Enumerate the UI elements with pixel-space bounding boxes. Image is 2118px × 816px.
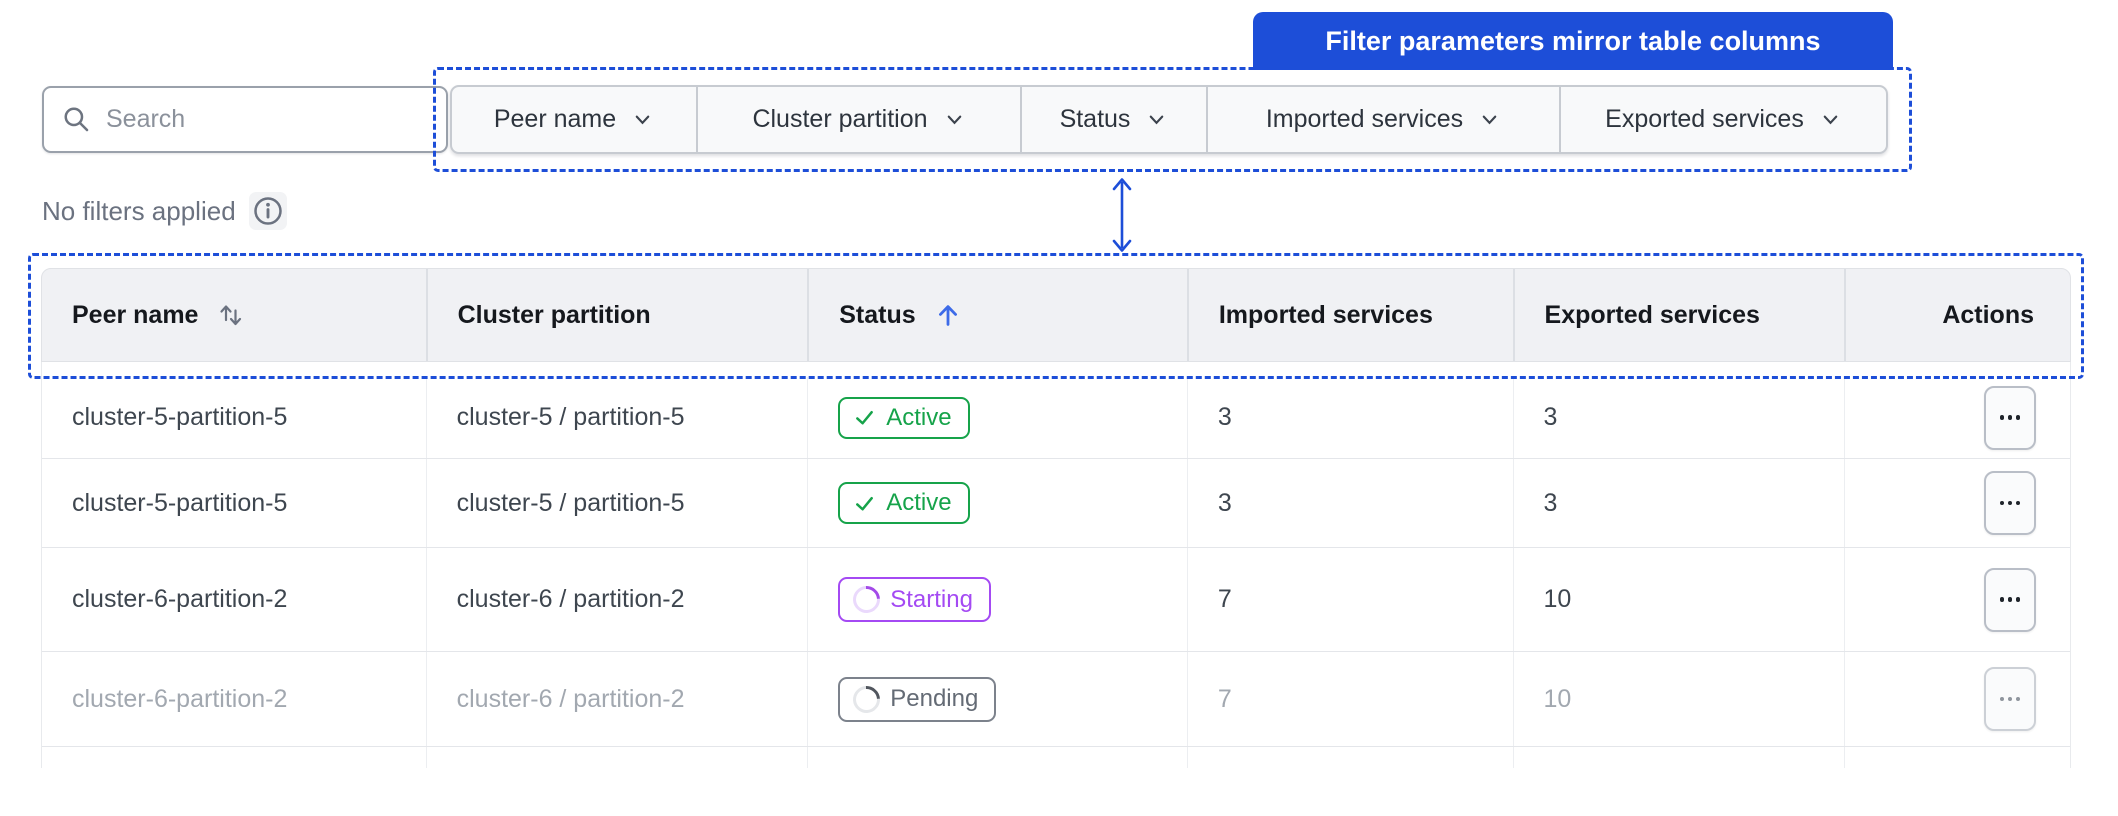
search-icon	[64, 107, 89, 131]
filter-cluster-partition[interactable]: Cluster partition	[696, 87, 1020, 152]
status-badge-active: Active	[838, 396, 970, 439]
filter-imported-services[interactable]: Imported services	[1206, 87, 1559, 152]
status-cell: Active	[807, 459, 1187, 547]
filter-label: Cluster partition	[752, 105, 928, 133]
table-header-row: Peer name Cluster partition Status Impor…	[41, 268, 2071, 362]
spinner-icon	[847, 679, 886, 719]
actions-cell	[1844, 652, 2070, 746]
cluster-partition-cell: cluster-6 / partition-2	[425, 548, 808, 651]
status-cell: Starting	[807, 548, 1187, 651]
filter-group: Peer name Cluster partition Status Impor…	[450, 85, 1888, 154]
actions-cell	[1844, 377, 2070, 458]
sort-ascending-icon	[938, 305, 957, 326]
table-row: cluster-6-partition-2 cluster-6 / partit…	[42, 652, 2070, 747]
exported-services-cell: 10	[1512, 548, 1845, 651]
imported-services-cell: 3	[1186, 459, 1513, 547]
mirror-arrow-icon	[1112, 178, 1132, 252]
row-actions-button[interactable]	[1984, 667, 2036, 731]
status-badge-starting: Starting	[838, 577, 991, 622]
peer-name-cell: cluster-5-partition-5	[72, 488, 288, 517]
table-body: cluster-5-partition-5 cluster-5 / partit…	[41, 362, 2071, 768]
status-cell: Active	[807, 377, 1187, 458]
column-header-status[interactable]: Status	[807, 269, 1187, 361]
filter-label: Imported services	[1265, 105, 1464, 133]
filter-status[interactable]: Status	[1020, 87, 1206, 152]
imported-services-cell: 7	[1186, 652, 1513, 746]
search-box[interactable]	[42, 86, 448, 153]
no-filters-status: No filters applied	[42, 192, 287, 230]
no-filters-label: No filters applied	[42, 195, 236, 226]
chevron-down-icon	[635, 115, 650, 125]
peer-name-cell: cluster-6-partition-2	[72, 585, 288, 613]
page: Filter parameters mirror table columns P…	[0, 0, 2118, 816]
header-gap	[42, 362, 2070, 377]
annotation-banner: Filter parameters mirror table columns	[1253, 12, 1893, 70]
cluster-partition-cell: cluster-6 / partition-2	[425, 652, 808, 746]
imported-services-cell: 3	[1186, 377, 1513, 458]
imported-services-cell: 7	[1186, 548, 1513, 651]
chevron-down-icon	[1482, 115, 1497, 125]
column-header-exported-services[interactable]: Exported services	[1512, 269, 1845, 361]
exported-services-cell: 3	[1512, 459, 1845, 547]
cluster-partition-cell: cluster-5 / partition-5	[425, 459, 808, 547]
table-row: cluster-6-partition-2 cluster-6 / partit…	[42, 548, 2070, 652]
actions-cell	[1844, 548, 2070, 651]
column-header-cluster-partition[interactable]: Cluster partition	[425, 269, 808, 361]
table-row: cluster-5-partition-5 cluster-5 / partit…	[42, 459, 2070, 548]
column-header-peer-name[interactable]: Peer name	[42, 269, 426, 361]
exported-services-cell: 10	[1512, 652, 1845, 746]
sort-both-icon	[220, 305, 242, 326]
filter-label: Peer name	[493, 105, 617, 133]
exported-services-cell: 3	[1512, 377, 1845, 458]
cluster-partition-cell: cluster-5 / partition-5	[425, 377, 808, 458]
filter-label: Exported services	[1605, 105, 1804, 133]
peer-name-cell: cluster-6-partition-2	[72, 684, 288, 713]
check-icon	[856, 496, 874, 510]
row-actions-button[interactable]	[1984, 385, 2036, 450]
table-row: cluster-5-partition-5 cluster-5 / partit…	[42, 377, 2070, 459]
row-actions-button[interactable]	[1984, 471, 2036, 535]
filter-exported-services[interactable]: Exported services	[1559, 87, 1886, 152]
peers-table: Peer name Cluster partition Status Impor…	[41, 268, 2071, 768]
chevron-down-icon	[1823, 115, 1838, 125]
chevron-down-icon	[947, 115, 961, 125]
column-header-actions: Actions	[1844, 269, 2070, 361]
filter-peer-name[interactable]: Peer name	[452, 87, 696, 152]
peer-name-cell: cluster-5-partition-5	[72, 403, 288, 431]
column-header-imported-services[interactable]: Imported services	[1186, 269, 1513, 361]
search-input[interactable]	[106, 105, 446, 134]
table-row-partial	[42, 747, 2070, 768]
status-badge-active: Active	[838, 482, 970, 524]
chevron-down-icon	[1150, 115, 1164, 125]
actions-cell	[1844, 459, 2070, 547]
status-cell: Pending	[807, 652, 1187, 746]
filter-label: Status	[1059, 105, 1131, 133]
status-badge-pending: Pending	[838, 676, 997, 722]
row-actions-button[interactable]	[1984, 567, 2036, 632]
check-icon	[856, 410, 874, 425]
spinner-icon	[847, 580, 886, 619]
info-icon[interactable]	[248, 192, 287, 230]
